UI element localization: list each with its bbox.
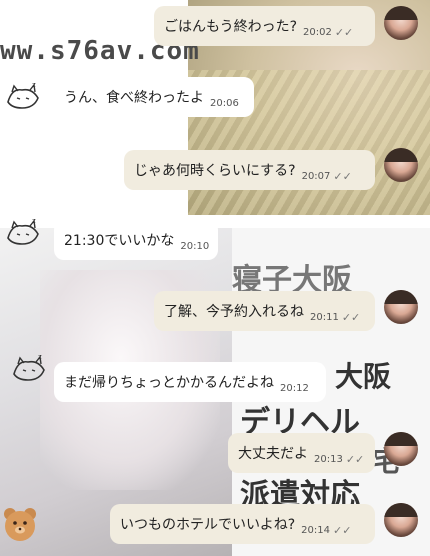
contact-avatar[interactable] <box>384 148 418 182</box>
ad-text-2: 大阪 <box>335 360 392 393</box>
message-time: 20:11 <box>310 311 339 323</box>
read-check-icon: ✓✓ <box>345 452 365 466</box>
contact-avatar[interactable] <box>384 503 418 537</box>
sleepy-cat-doodle-icon[interactable]: z <box>4 78 44 114</box>
read-check-icon: ✓✓ <box>332 523 352 537</box>
message-time: 20:06 <box>210 97 239 109</box>
message-time: 20:12 <box>280 382 309 394</box>
message-text: 大丈夫だよ <box>238 446 308 462</box>
message-time: 20:14 <box>301 524 330 536</box>
read-check-icon: ✓✓ <box>333 169 352 183</box>
chat-bubble-sent[interactable]: 大丈夫だよ 20:13 ✓✓ <box>228 433 375 473</box>
message-text: いつものホテルでいいよね? <box>120 517 296 533</box>
chat-bubble-received[interactable]: まだ帰りちょっとかかるんだよね 20:12 <box>54 362 326 402</box>
message-text: ごはんもう終わった? <box>164 19 298 35</box>
message-text: うん、食べ終わったよ <box>64 90 204 106</box>
chat-bubble-sent[interactable]: いつものホテルでいいよね? 20:14 ✓✓ <box>110 504 375 544</box>
message-time: 20:10 <box>180 240 210 252</box>
chat-bubble-sent[interactable]: 了解、今予約入れるね 20:11 ✓✓ <box>154 291 375 331</box>
sleepy-cat-doodle-icon[interactable]: z <box>10 350 50 386</box>
chat-bubble-sent[interactable]: じゃあ何時くらいにする? 20:07 ✓✓ <box>124 150 375 190</box>
message-time: 20:02 <box>303 26 332 38</box>
contact-avatar[interactable] <box>384 6 418 40</box>
svg-text:z: z <box>32 81 36 89</box>
sleepy-cat-doodle-icon[interactable]: z <box>4 214 44 250</box>
chat-bubble-received[interactable]: うん、食べ終わったよ 20:06 <box>54 77 254 117</box>
message-text: じゃあ何時くらいにする? <box>134 163 296 179</box>
message-text: まだ帰りちょっとかかるんだよね <box>64 375 274 391</box>
contact-avatar[interactable] <box>384 290 418 324</box>
svg-text:z: z <box>32 217 36 225</box>
message-time: 20:07 <box>301 170 331 182</box>
message-time: 20:13 <box>314 453 343 465</box>
message-text: 21:30でいいかな <box>64 233 175 249</box>
read-check-icon: ✓✓ <box>334 25 354 39</box>
chat-bubble-sent[interactable]: ごはんもう終わった? 20:02 ✓✓ <box>154 6 375 46</box>
chat-bubble-received[interactable]: 21:30でいいかな 20:10 <box>54 220 218 260</box>
teddy-bear-icon <box>4 508 36 541</box>
contact-avatar[interactable] <box>384 432 418 466</box>
message-text: 了解、今予約入れるね <box>164 304 304 320</box>
svg-text:z: z <box>38 353 42 361</box>
read-check-icon: ✓✓ <box>341 310 361 324</box>
